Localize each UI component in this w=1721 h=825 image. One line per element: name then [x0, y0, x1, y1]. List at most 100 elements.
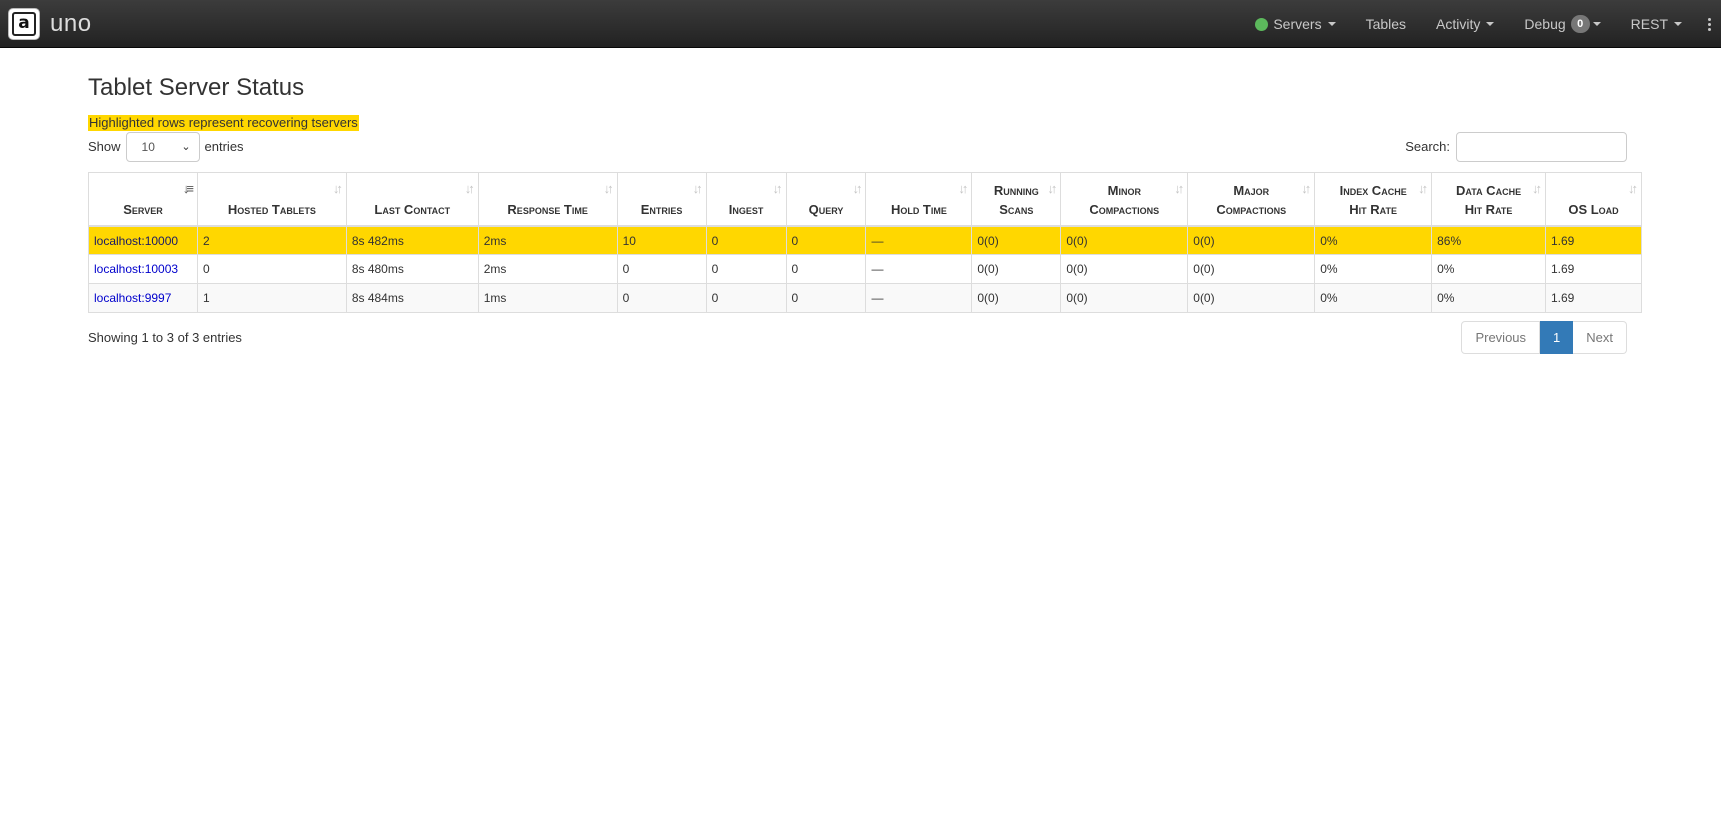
sort-icon: ↓↑ [958, 180, 968, 196]
table-cell: 0% [1431, 254, 1546, 284]
nav-debug-label: Debug [1524, 16, 1566, 32]
caret-down-icon [1327, 22, 1336, 26]
column-header[interactable]: Last Contact ↓↑ [345, 172, 479, 227]
table-cell: 0% [1314, 254, 1432, 284]
sort-icon: ↓↑ [332, 180, 343, 196]
column-header-label: Entries [640, 201, 683, 217]
table-row: localhost:10000 2 8s 482ms 2ms 10 0 0—0(0) 0(0)… [88, 225, 1642, 255]
sort-ascending-icon: ↓≡ [182, 180, 194, 196]
sort-icon: ↓↑ [852, 180, 862, 196]
column-header[interactable]: Server ↓≡ [88, 172, 198, 227]
table-cell: 0(0) [1187, 254, 1315, 284]
column-header[interactable]: Data Cache Hit Rate ↓↑ [1431, 172, 1546, 227]
column-header[interactable]: Hosted Tablets ↓↑ [196, 172, 347, 227]
column-header-label: Hit Rate [1349, 201, 1397, 217]
table-cell: 86% [1431, 225, 1546, 255]
table-cell: 0 [785, 225, 866, 255]
column-header[interactable]: Ingest ↓↑ [705, 172, 787, 227]
server-link[interactable]: localhost:10000 [94, 234, 178, 248]
chevron-down-icon: ⌄ [181, 141, 191, 154]
column-header-label: Data Cache [1456, 182, 1522, 198]
brand-name: uno [50, 9, 92, 37]
caret-down-icon [1592, 22, 1601, 26]
table-cell: 0% [1431, 283, 1546, 313]
more-options-icon[interactable] [1697, 0, 1721, 48]
table-cell: 0(0) [1060, 254, 1188, 284]
column-header[interactable]: Hold Time ↓↑ [865, 172, 972, 227]
sort-icon: ↓↑ [1174, 180, 1184, 196]
column-header-label: Hosted Tablets [227, 201, 316, 217]
nav-rest-label: REST [1630, 16, 1668, 32]
column-header[interactable]: Running Scans ↓↑ [971, 172, 1061, 227]
page-1-button[interactable]: 1 [1540, 321, 1574, 355]
sort-icon: ↓↑ [692, 180, 703, 196]
nav-activity-dropdown[interactable]: Activity [1421, 0, 1509, 48]
brand[interactable]: a uno [8, 7, 92, 40]
sort-icon: ↓↑ [603, 180, 614, 196]
server-link[interactable]: localhost:9997 [94, 291, 171, 305]
table-cell: 0 [705, 254, 787, 284]
column-header[interactable]: Index Cache Hit Rate ↓↑ [1314, 172, 1432, 227]
table-cell: 0(0) [1187, 283, 1315, 313]
main-content: Tablet Server Status Highlighted rows re… [0, 74, 1721, 355]
column-header[interactable]: Minor Compactions ↓↑ [1060, 172, 1188, 227]
column-header-label: Major [1233, 182, 1270, 198]
table-cell: 8s 480ms [345, 254, 479, 284]
column-header-label: Query [808, 201, 844, 217]
sort-icon: ↓↑ [1047, 180, 1057, 196]
nav-rest-dropdown[interactable]: REST [1616, 0, 1697, 48]
table-cell: 0(0) [1060, 283, 1188, 313]
table-cell: — [865, 254, 972, 284]
next-page-button[interactable]: Next [1573, 321, 1627, 355]
table-cell: 0% [1314, 283, 1432, 313]
table-cell: 8s 482ms [345, 225, 479, 255]
caret-down-icon [1486, 22, 1495, 26]
column-header-label: Scans [999, 201, 1034, 217]
nav-servers-dropdown[interactable]: Servers [1240, 0, 1350, 48]
sort-icon: ↓↑ [1301, 180, 1311, 196]
column-header-label: OS Load [1568, 201, 1619, 217]
column-header[interactable]: Major Compactions ↓↑ [1187, 172, 1315, 227]
column-header[interactable]: OS Load ↓↑ [1545, 172, 1642, 227]
column-header-label: Last Contact [374, 201, 451, 217]
table-cell: 0 [785, 283, 866, 313]
column-header-label: Ingest [728, 201, 764, 217]
table-cell: 1 [196, 283, 347, 313]
nav-activity-label: Activity [1436, 16, 1481, 32]
column-header-label: Response Time [507, 201, 588, 217]
nav-tables-link[interactable]: Tables [1351, 0, 1421, 48]
column-header-label: Compactions [1089, 201, 1160, 217]
table-cell: 1.69 [1545, 254, 1642, 284]
column-header-label: Minor [1107, 182, 1141, 198]
table-cell: localhost:10003 [88, 254, 198, 284]
search-input[interactable] [1456, 131, 1627, 162]
server-status-icon [1255, 17, 1269, 31]
caret-down-icon [1674, 22, 1682, 26]
table-cell: 0 [616, 283, 707, 313]
brand-logo-letter: a [12, 11, 36, 36]
search-control: Search: [1405, 131, 1627, 162]
page-length-select[interactable]: 10 ⌄ [125, 131, 200, 162]
column-header[interactable]: Query ↓↑ [785, 172, 866, 227]
column-header[interactable]: Entries ↓↑ [616, 172, 707, 227]
column-header-label: Hold Time [890, 201, 947, 217]
table-cell: — [865, 225, 972, 255]
table-cell: 0(0) [971, 225, 1061, 255]
page-length-value: 10 [141, 139, 155, 154]
pagination: Previous 1 Next [1461, 321, 1627, 355]
nav-debug-dropdown[interactable]: Debug 0 [1509, 0, 1615, 48]
column-header[interactable]: Response Time ↓↑ [477, 172, 618, 227]
table-cell: 2ms [477, 225, 618, 255]
table-cell: 10 [616, 225, 707, 255]
sort-icon: ↓↑ [772, 180, 783, 196]
table-cell: 0(0) [1187, 225, 1315, 255]
table-cell: 1.69 [1545, 225, 1642, 255]
previous-page-button[interactable]: Previous [1461, 321, 1541, 355]
top-navbar: a uno Servers Tables Activity Debug 0 RE… [0, 0, 1721, 48]
table-cell: localhost:10000 [88, 225, 198, 255]
table-cell: 0(0) [1060, 225, 1188, 255]
table-cell: 2ms [477, 254, 618, 284]
table-cell: 0 [705, 283, 787, 313]
table-info: Showing 1 to 3 of 3 entries [88, 330, 242, 346]
server-link[interactable]: localhost:10003 [94, 262, 178, 276]
